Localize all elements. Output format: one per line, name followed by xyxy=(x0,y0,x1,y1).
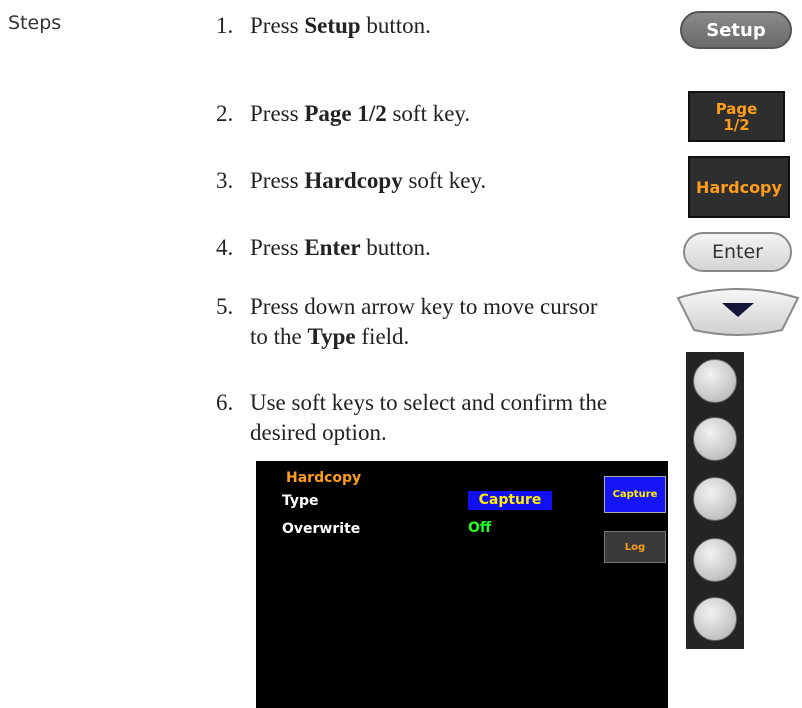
step-text: Press Setup button. xyxy=(250,13,431,38)
hardcopy-soft-key[interactable]: Hardcopy xyxy=(688,156,790,218)
step-number: 6. xyxy=(216,390,234,415)
screen-title: Hardcopy xyxy=(286,470,362,486)
log-soft-key[interactable]: Log xyxy=(604,531,666,563)
step-number: 5. xyxy=(216,294,234,319)
step-number: 4. xyxy=(216,235,234,260)
step-4: 4. Press Enter button. xyxy=(216,233,676,263)
step-text: Press Page 1/2 soft key. xyxy=(250,101,471,126)
hardcopy-screen: Hardcopy Type Capture Overwrite Off Capt… xyxy=(256,461,668,708)
overwrite-label: Overwrite xyxy=(282,521,361,537)
setup-button[interactable]: Setup xyxy=(680,11,792,49)
step-1: 1. Press Setup button. xyxy=(216,11,676,41)
capture-soft-key[interactable]: Capture xyxy=(604,476,666,513)
soft-key-knob-3[interactable] xyxy=(693,477,737,521)
type-value[interactable]: Capture xyxy=(468,491,552,510)
enter-button[interactable]: Enter xyxy=(683,232,792,272)
step-text: Press Enter button. xyxy=(250,235,431,260)
soft-key-knob-1[interactable] xyxy=(693,359,737,403)
page-soft-key-label: Page 1/2 xyxy=(715,99,758,134)
step-text: Use soft keys to select and confirm the … xyxy=(250,390,608,445)
step-5: 5. Press down arrow key to move cursor t… xyxy=(216,292,616,352)
step-number: 1. xyxy=(216,13,234,38)
soft-key-knob-4[interactable] xyxy=(693,538,737,582)
soft-key-knob-2[interactable] xyxy=(693,417,737,461)
down-arrow-key[interactable] xyxy=(674,284,802,336)
step-3: 3. Press Hardcopy soft key. xyxy=(216,166,676,196)
step-number: 2. xyxy=(216,101,234,126)
step-6: 6. Use soft keys to select and confirm t… xyxy=(216,388,616,448)
type-label: Type xyxy=(282,493,319,509)
page-soft-key[interactable]: Page 1/2 xyxy=(688,91,785,142)
soft-key-knob-5[interactable] xyxy=(693,597,737,641)
step-text: Press down arrow key to move cursor to t… xyxy=(250,294,598,349)
step-number: 3. xyxy=(216,168,234,193)
step-text: Press Hardcopy soft key. xyxy=(250,168,487,193)
step-2: 2. Press Page 1/2 soft key. xyxy=(216,99,676,129)
section-label: Steps xyxy=(8,12,62,34)
soft-key-panel xyxy=(686,352,744,649)
overwrite-value[interactable]: Off xyxy=(468,520,491,536)
